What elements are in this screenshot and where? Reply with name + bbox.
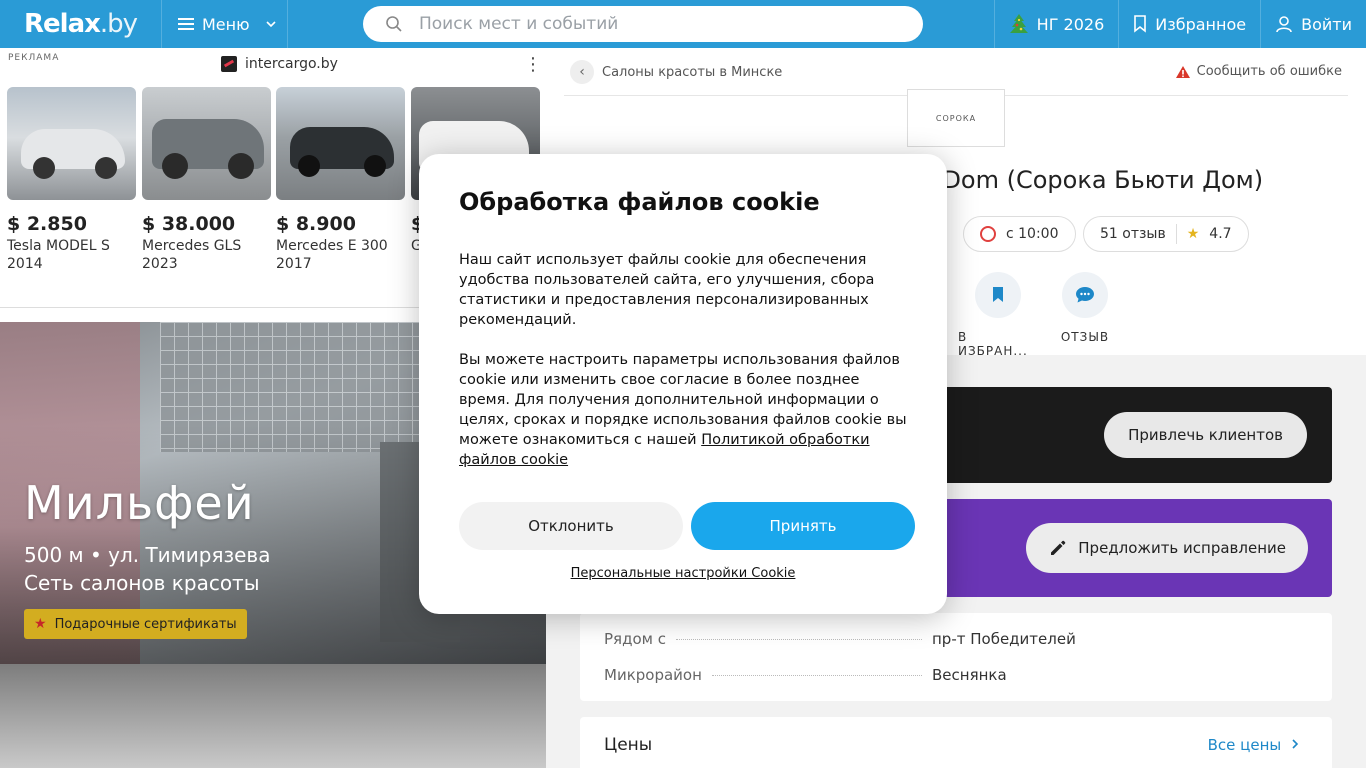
rating-value: 4.7 bbox=[1209, 226, 1232, 242]
report-label: Сообщить об ошибке bbox=[1196, 64, 1342, 79]
ng-link[interactable]: НГ 2026 bbox=[993, 0, 1119, 48]
review-action-label: ОТЗЫВ bbox=[1060, 330, 1110, 344]
search-input[interactable] bbox=[419, 14, 819, 34]
suggest-edit-button[interactable]: Предложить исправление bbox=[1026, 523, 1308, 573]
hours-chip[interactable]: с 10:00 bbox=[963, 216, 1076, 252]
attract-clients-button[interactable]: Привлечь клиентов bbox=[1104, 412, 1307, 458]
more-options-icon[interactable]: ⋮ bbox=[524, 56, 542, 74]
decline-button[interactable]: Отклонить bbox=[459, 502, 683, 550]
search-bar[interactable] bbox=[363, 6, 923, 42]
chevron-down-icon bbox=[266, 21, 276, 28]
cookie-consent-dialog: Обработка файлов cookie Наш сайт использ… bbox=[419, 154, 947, 614]
car-name: Tesla MODEL S 2014 bbox=[7, 238, 110, 272]
ad-brand[interactable]: intercargo.by bbox=[221, 56, 338, 72]
car-photo bbox=[142, 87, 271, 200]
hero-title: Мильфей bbox=[24, 476, 255, 530]
hero-subtitle: 500 м • ул. Тимирязева Сеть салонов крас… bbox=[24, 541, 270, 597]
menu-label: Меню bbox=[202, 14, 250, 34]
place-info-card: Рядом с пр-т Победителей Микрорайон Весн… bbox=[580, 613, 1332, 701]
bookmark-icon bbox=[1134, 15, 1147, 33]
all-prices-link[interactable]: Все цены bbox=[1208, 736, 1300, 754]
badge-label: Подарочные сертификаты bbox=[54, 616, 237, 632]
hours-label: с 10:00 bbox=[1006, 226, 1059, 242]
ad-brand-name: intercargo.by bbox=[245, 56, 338, 72]
reviews-count: 51 отзыв bbox=[1100, 226, 1166, 242]
pencil-icon bbox=[1051, 540, 1066, 555]
car-price: $ 38.000 bbox=[142, 213, 236, 235]
car-name: Mercedes E 300 2017 bbox=[276, 238, 388, 272]
favorites-action-label: В ИЗБРАН... bbox=[958, 330, 1028, 358]
dotted-leader bbox=[675, 639, 922, 640]
ng-label: НГ 2026 bbox=[1036, 14, 1105, 34]
user-icon bbox=[1276, 16, 1292, 33]
car-photo bbox=[7, 87, 136, 200]
cookie-paragraph-2: Вы можете настроить параметры использова… bbox=[459, 350, 909, 470]
comment-icon bbox=[1062, 272, 1108, 318]
info-row: Рядом с пр-т Победителей bbox=[604, 630, 1308, 648]
suggest-edit-label: Предложить исправление bbox=[1078, 539, 1286, 557]
ad-car-card[interactable]: $ 8.900 Mercedes E 300 2017 bbox=[276, 87, 405, 273]
menu-button[interactable]: Меню bbox=[162, 0, 288, 48]
cookie-settings-link[interactable]: Персональные настройки Cookie bbox=[419, 566, 947, 581]
info-value[interactable]: пр-т Победителей bbox=[932, 630, 1308, 648]
accept-button[interactable]: Принять bbox=[691, 502, 915, 550]
place-title: uty Dom (Сорока Бьюти Дом) bbox=[896, 166, 1264, 194]
ad-car-card[interactable]: $ 2.850 Tesla MODEL S 2014 bbox=[7, 87, 136, 273]
search-icon bbox=[386, 16, 402, 32]
gift-certificates-badge[interactable]: ★ Подарочные сертификаты bbox=[24, 609, 247, 639]
breadcrumb[interactable]: ‹ Салоны красоты в Минске bbox=[570, 60, 782, 84]
info-key: Рядом с bbox=[604, 630, 666, 648]
chip-separator bbox=[1175, 224, 1177, 244]
favorites-label: Избранное bbox=[1155, 14, 1247, 34]
salon-logo: СОРОКА bbox=[907, 89, 1005, 147]
report-error-link[interactable]: Сообщить об ошибке bbox=[1175, 64, 1342, 79]
left-bottom-card bbox=[0, 664, 546, 768]
hero-distance: 500 м • ул. Тимирязева bbox=[24, 543, 271, 567]
back-chevron-icon[interactable]: ‹ bbox=[570, 60, 594, 84]
top-header: Relax.by Меню НГ 2026 Избранное Войти bbox=[0, 0, 1366, 48]
breadcrumb-label: Салоны красоты в Минске bbox=[602, 64, 783, 80]
star-icon: ★ bbox=[34, 616, 47, 632]
site-logo[interactable]: Relax .by bbox=[0, 0, 162, 48]
ad-label: РЕКЛАМА bbox=[8, 53, 60, 63]
cookie-paragraph-1: Наш сайт использует файлы cookie для обе… bbox=[459, 252, 875, 328]
reviews-chip[interactable]: 51 отзыв ★ 4.7 bbox=[1083, 216, 1249, 252]
prices-card: Цены Все цены bbox=[580, 717, 1332, 768]
info-key: Микрорайон bbox=[604, 666, 702, 684]
cookie-text: Наш сайт использует файлы cookie для обе… bbox=[459, 250, 909, 470]
login-label: Войти bbox=[1301, 14, 1352, 34]
add-to-favorites-action[interactable]: В ИЗБРАН... bbox=[958, 272, 1038, 358]
info-row: Микрорайон Веснянка bbox=[604, 666, 1308, 684]
info-value[interactable]: Веснянка bbox=[932, 666, 1308, 684]
clock-icon bbox=[980, 226, 996, 242]
cookie-title: Обработка файлов cookie bbox=[459, 188, 820, 216]
car-price: $ 8.900 bbox=[276, 213, 356, 235]
brand-logo-icon bbox=[221, 56, 237, 72]
car-photo bbox=[276, 87, 405, 200]
logo-suffix: .by bbox=[99, 9, 138, 39]
login-link[interactable]: Войти bbox=[1260, 0, 1366, 48]
car-name: Mercedes GLS 2023 bbox=[142, 238, 242, 272]
hero-category: Сеть салонов красоты bbox=[24, 571, 260, 595]
favorites-link[interactable]: Избранное bbox=[1118, 0, 1260, 48]
review-action[interactable]: ОТЗЫВ bbox=[1045, 272, 1125, 344]
prices-title: Цены bbox=[604, 735, 653, 755]
christmas-tree-icon bbox=[1009, 14, 1028, 33]
header-right: НГ 2026 Избранное Войти bbox=[993, 0, 1366, 48]
dotted-leader bbox=[711, 675, 922, 676]
chevron-right-icon bbox=[1292, 739, 1299, 749]
logo-main: Relax bbox=[24, 9, 101, 39]
hamburger-icon bbox=[178, 18, 194, 30]
warning-icon bbox=[1175, 65, 1190, 78]
bookmark-icon bbox=[975, 272, 1021, 318]
rating-star-icon: ★ bbox=[1186, 226, 1200, 242]
all-prices-label: Все цены bbox=[1207, 736, 1282, 754]
car-price: $ 2.850 bbox=[7, 213, 87, 235]
ad-car-card[interactable]: $ 38.000 Mercedes GLS 2023 bbox=[142, 87, 271, 273]
